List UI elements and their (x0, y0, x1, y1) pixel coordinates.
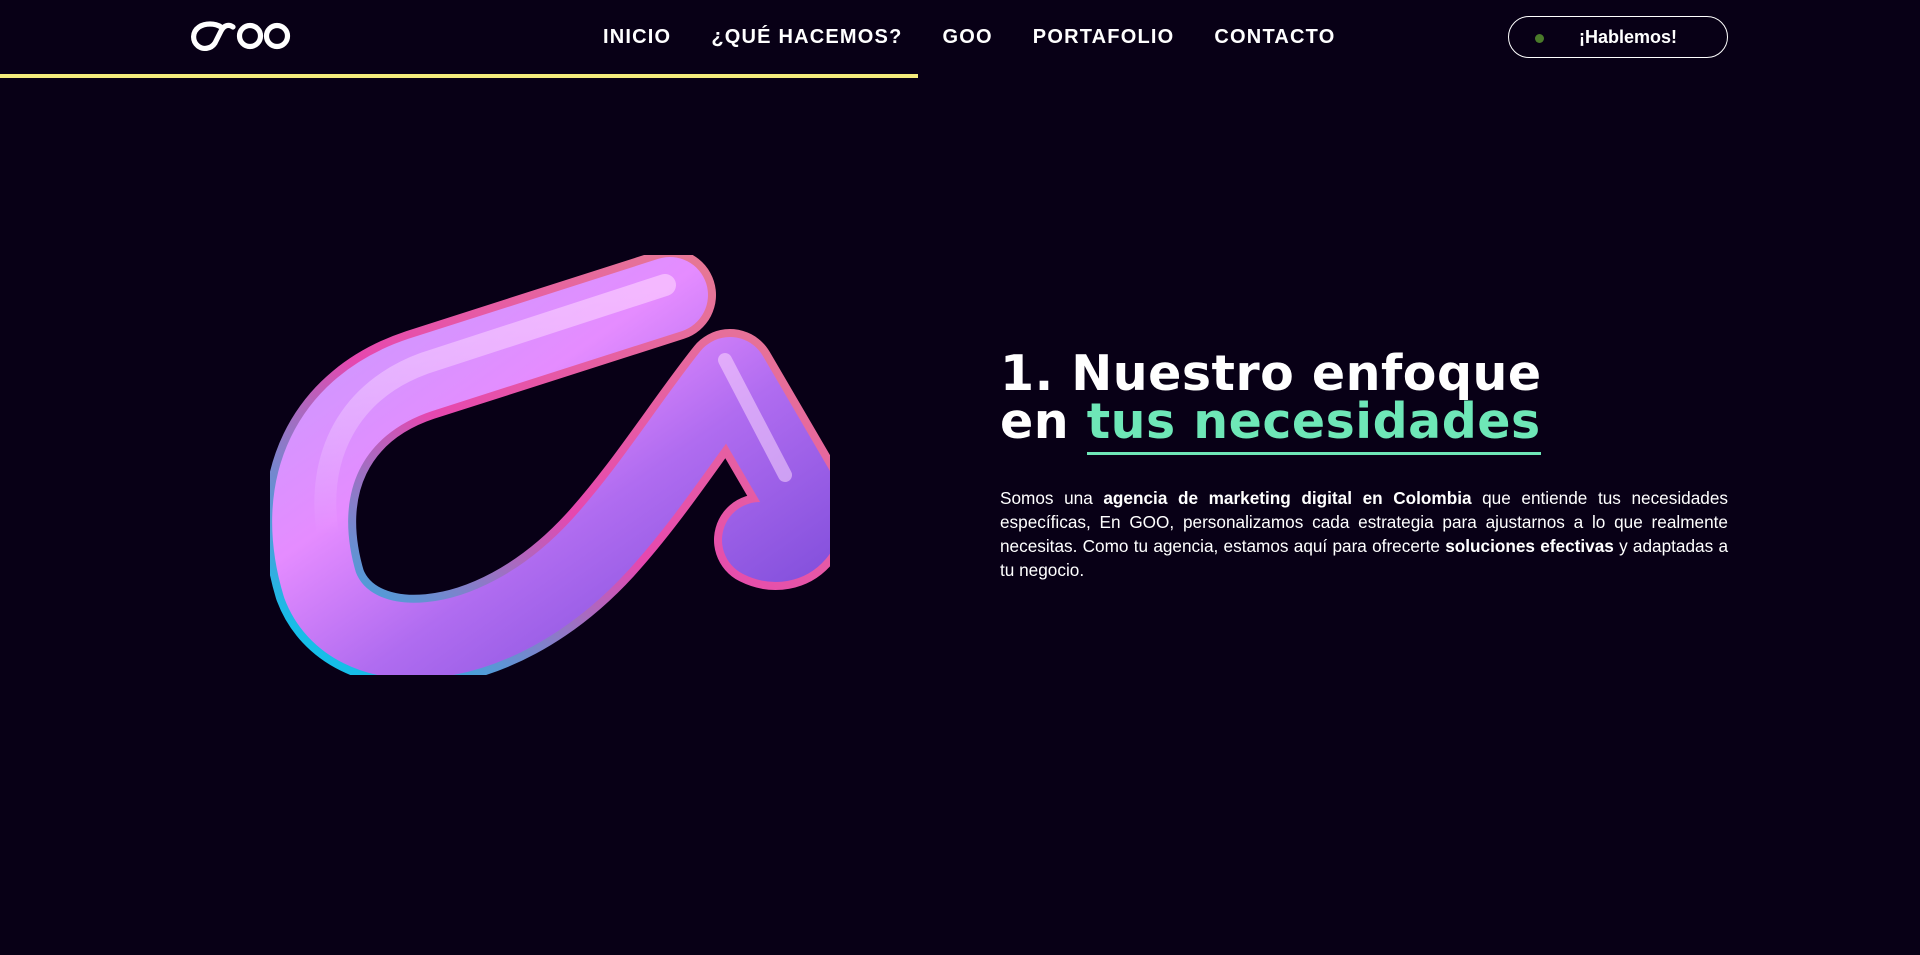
site-header: INICIO ¿QUÉ HACEMOS? GOO PORTAFOLIO CONT… (0, 0, 1920, 78)
enfoque-section: 1. Nuestro enfoque en tus necesidades So… (1000, 345, 1728, 582)
main-nav: INICIO ¿QUÉ HACEMOS? GOO PORTAFOLIO CONT… (603, 24, 1335, 50)
body-bold-2: soluciones efectivas (1445, 536, 1614, 556)
heading-highlight: tus necesidades (1086, 393, 1541, 455)
heading-prefix: en (1000, 393, 1070, 450)
nav-portafolio[interactable]: PORTAFOLIO (1033, 24, 1175, 50)
nav-inicio[interactable]: INICIO (603, 24, 671, 50)
status-dot-icon (1535, 34, 1544, 43)
heading-line-2: en tus necesidades (1000, 393, 1728, 455)
nav-contacto[interactable]: CONTACTO (1214, 24, 1335, 50)
heading-line-1: 1. Nuestro enfoque (1000, 345, 1542, 402)
goo-logo[interactable] (191, 21, 293, 51)
body-bold-1: agencia de marketing digital en Colombia (1103, 488, 1472, 508)
hablemos-button[interactable]: ¡Hablemos! (1508, 16, 1728, 58)
iridescent-3d-arrow-shape-icon (270, 255, 830, 675)
nav-goo[interactable]: GOO (943, 24, 993, 50)
scroll-progress-bar (0, 74, 1920, 78)
section-body: Somos una agencia de marketing digital e… (1000, 486, 1728, 582)
body-text-1: Somos una (1000, 488, 1104, 508)
scroll-progress-fill (0, 74, 918, 78)
nav-que-hacemos[interactable]: ¿QUÉ HACEMOS? (711, 24, 902, 50)
hablemos-label: ¡Hablemos! (1579, 27, 1678, 47)
section-heading: 1. Nuestro enfoque en tus necesidades (1000, 345, 1728, 455)
